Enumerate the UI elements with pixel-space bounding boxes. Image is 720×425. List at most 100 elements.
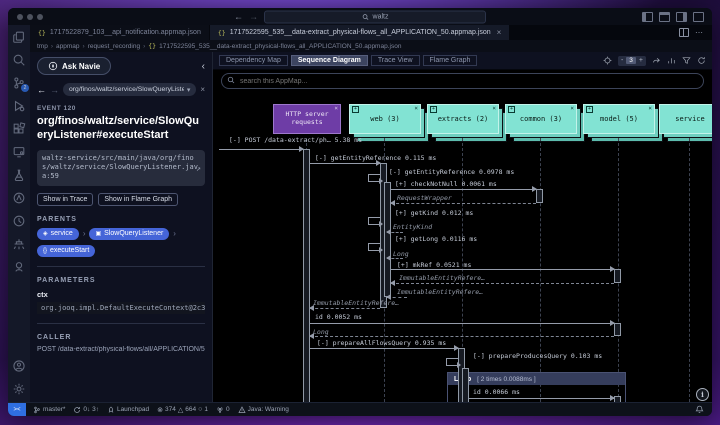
return-label[interactable]: RequestWrapper: [397, 194, 452, 202]
filter-icon[interactable]: [682, 56, 691, 65]
settings-gear-icon[interactable]: [12, 382, 26, 396]
message-label[interactable]: [+] mkRef 0.0521 ms: [397, 261, 471, 269]
expand-icon[interactable]: +: [352, 106, 359, 113]
return-label[interactable]: ImmutableEntityRefere…: [313, 299, 399, 307]
tab-sequence-diagram[interactable]: Sequence Diagram: [290, 55, 368, 66]
jenkins-view-icon[interactable]: [12, 260, 26, 274]
event-forward-icon[interactable]: →: [50, 85, 59, 95]
zoom-in-icon[interactable]: +: [639, 57, 643, 64]
return-label[interactable]: Long: [313, 328, 329, 336]
actor-web[interactable]: + web (3) ×: [349, 104, 429, 142]
toggle-sidebar-icon[interactable]: [642, 11, 653, 22]
message-label[interactable]: [+] checkNotNull 0.0061 ms: [395, 180, 497, 188]
launchpad-item[interactable]: Launchpad: [107, 406, 149, 414]
explorer-icon[interactable]: [12, 30, 26, 44]
close-tab-icon[interactable]: ×: [497, 28, 502, 37]
breadcrumb-item[interactable]: request_recording: [88, 43, 146, 50]
info-button[interactable]: i: [696, 388, 709, 401]
close-icon[interactable]: ×: [492, 105, 496, 112]
open-external-icon[interactable]: ↗: [196, 164, 201, 175]
center-view-icon[interactable]: [603, 56, 612, 65]
stats-icon[interactable]: [667, 56, 676, 65]
git-branch-item[interactable]: master*: [33, 406, 65, 414]
close-icon[interactable]: ×: [334, 105, 338, 112]
actor-service[interactable]: service: [659, 104, 712, 142]
actor-common[interactable]: + common (3) ×: [505, 104, 585, 142]
minimize-window-icon[interactable]: [27, 13, 33, 20]
return-label[interactable]: ImmutableEntityRefere…: [397, 288, 483, 296]
notifications-bell-icon[interactable]: [695, 405, 704, 414]
remote-indicator[interactable]: ><: [8, 403, 26, 416]
close-window-icon[interactable]: [17, 13, 23, 20]
problems-item[interactable]: ⊗ 374 △ 664 ○ 1: [157, 406, 208, 414]
extensions-icon[interactable]: [12, 122, 26, 136]
message-label[interactable]: [-] getEntityReference 0.0978 ms: [389, 168, 514, 176]
actor-http-server-requests[interactable]: HTTP server requests ×: [273, 104, 341, 134]
return-label[interactable]: Long: [393, 250, 409, 258]
message-label[interactable]: [-] POST /data-extract/ph… 5.38 ms: [229, 136, 362, 144]
caller-link[interactable]: POST /data-extract/physical-flows/all/AP…: [37, 346, 205, 353]
expand-icon[interactable]: +: [430, 106, 437, 113]
collapse-panel-icon[interactable]: ‹: [202, 61, 205, 72]
return-label[interactable]: EntityKind: [393, 223, 432, 231]
ports-item[interactable]: 0: [216, 406, 230, 414]
refresh-icon[interactable]: [697, 56, 706, 65]
clear-selection-icon[interactable]: ×: [200, 85, 205, 94]
more-actions-icon[interactable]: ⋯: [695, 28, 704, 37]
export-icon[interactable]: [652, 56, 661, 65]
remote-explorer-icon[interactable]: [12, 145, 26, 159]
close-icon[interactable]: ×: [570, 105, 574, 112]
search-icon[interactable]: [12, 53, 26, 67]
testing-icon[interactable]: [12, 168, 26, 182]
run-debug-icon[interactable]: [12, 99, 26, 113]
message-label[interactable]: id 0.0066 ms: [473, 388, 520, 396]
breadcrumb-item[interactable]: appmap: [56, 43, 85, 50]
tab-data-extract[interactable]: {} 1717522595_535__data-extract_physical…: [209, 25, 511, 40]
git-sync-item[interactable]: 0↓ 3↑: [73, 406, 99, 414]
show-in-trace-button[interactable]: Show in Trace: [37, 192, 94, 206]
tab-flame-graph[interactable]: Flame Graph: [422, 55, 478, 66]
event-back-icon[interactable]: ←: [37, 85, 46, 95]
java-status-item[interactable]: Java: Warning: [238, 405, 289, 414]
appmap-icon[interactable]: [12, 191, 26, 205]
split-editor-icon[interactable]: [679, 28, 689, 37]
return-label[interactable]: ImmutableEntityRefere…: [399, 274, 485, 282]
history-back-icon[interactable]: ←: [234, 12, 243, 21]
actor-model[interactable]: + model (5) ×: [583, 104, 663, 142]
breadcrumb-file[interactable]: 1717522595_535__data-extract_physical-fl…: [159, 43, 401, 50]
parent-badge-class[interactable]: ▣ SlowQueryListener: [89, 227, 170, 240]
activation-bar: [303, 149, 310, 402]
close-icon[interactable]: ×: [648, 105, 652, 112]
source-control-icon[interactable]: 2: [12, 76, 29, 92]
message-label[interactable]: [+] getKind 0.012 ms: [395, 209, 473, 217]
toggle-panel-icon[interactable]: [659, 11, 670, 22]
tab-dependency-map[interactable]: Dependency Map: [219, 55, 288, 66]
show-in-flame-graph-button[interactable]: Show in Flame Graph: [98, 192, 179, 206]
breadcrumb-item[interactable]: tmp: [37, 43, 53, 50]
appmap-search-input[interactable]: [221, 73, 704, 89]
expand-icon[interactable]: +: [586, 106, 593, 113]
docker-view-icon[interactable]: [12, 237, 26, 251]
command-center-search[interactable]: waltz: [264, 10, 486, 23]
actor-extracts[interactable]: + extracts (2) ×: [427, 104, 507, 142]
customize-layout-icon[interactable]: [693, 11, 704, 22]
message-label[interactable]: [+] getLong 0.0116 ms: [395, 235, 477, 243]
zoom-out-icon[interactable]: -: [621, 57, 623, 64]
expand-icon[interactable]: +: [508, 106, 515, 113]
message-label[interactable]: id 0.0052 ms: [315, 313, 362, 321]
account-icon[interactable]: [12, 359, 26, 373]
toggle-secondary-sidebar-icon[interactable]: [676, 11, 687, 22]
parent-badge-service[interactable]: ◈ service: [37, 227, 79, 240]
ask-navie-button[interactable]: Ask Navie: [37, 57, 112, 75]
history-view-icon[interactable]: [12, 214, 26, 228]
close-icon[interactable]: ×: [414, 105, 418, 112]
event-selector-dropdown[interactable]: org/finos/waltz/service/SlowQueryListene…: [63, 83, 197, 96]
message-label[interactable]: [-] prepareProducesQuery 0.103 ms: [473, 352, 602, 360]
tab-trace-view[interactable]: Trace View: [370, 55, 420, 66]
maximize-window-icon[interactable]: [37, 13, 43, 20]
history-forward-icon[interactable]: →: [249, 12, 258, 21]
parent-badge-function[interactable]: {} executeStart: [37, 244, 96, 257]
message-label[interactable]: [-] prepareAllFlowsQuery 0.935 ms: [317, 339, 446, 347]
tab-api-notification[interactable]: {} 1717522879_103__api_notification.appm…: [30, 25, 210, 40]
source-location[interactable]: waltz-service/src/main/java/org/finos/wa…: [37, 149, 205, 186]
